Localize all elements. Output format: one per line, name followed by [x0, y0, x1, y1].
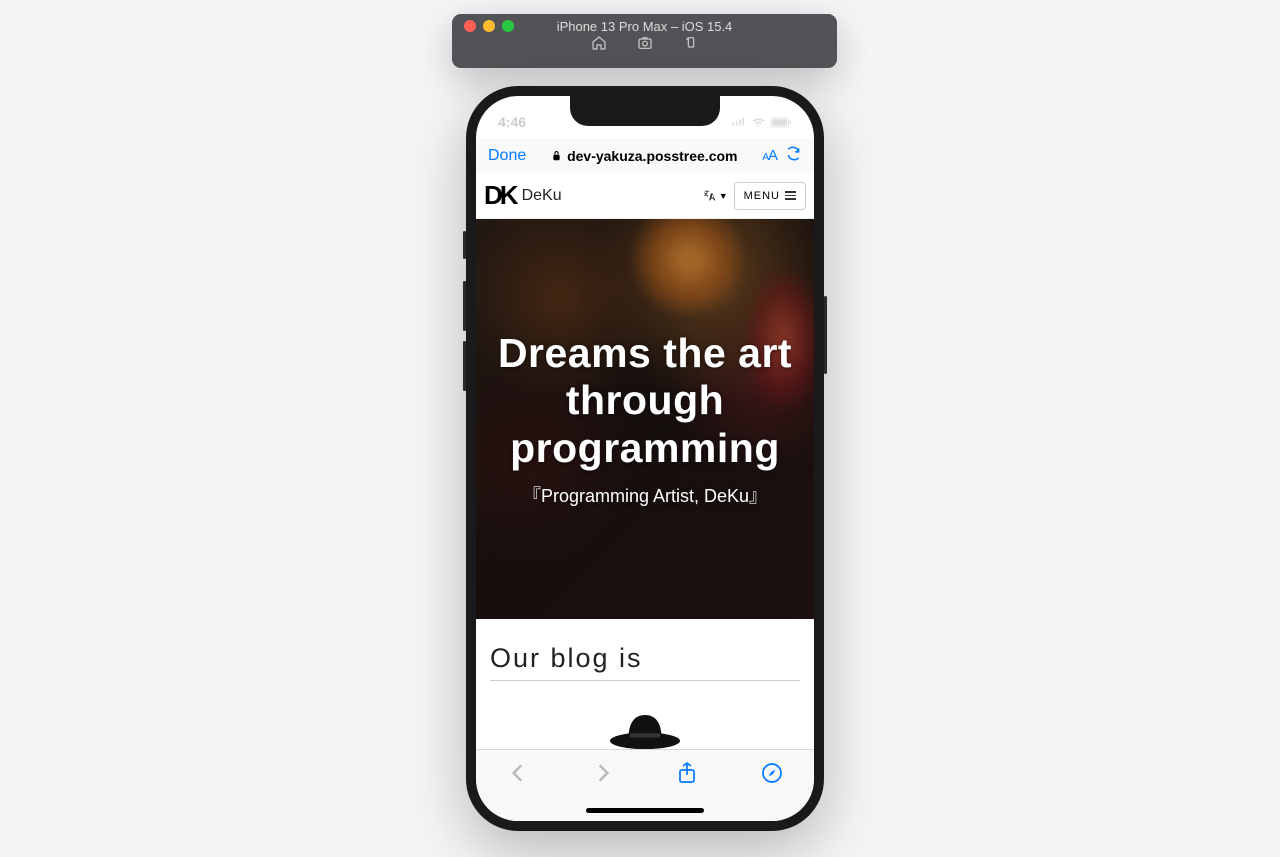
web-content[interactable]: DK DeKu ▼ MENU Dreams the art through pr: [476, 173, 814, 773]
reload-button[interactable]: [785, 145, 802, 167]
home-icon[interactable]: [590, 34, 608, 52]
forward-button[interactable]: [592, 762, 614, 789]
text-size-button[interactable]: AA: [762, 147, 777, 164]
lock-icon: [551, 150, 562, 161]
site-logo[interactable]: DK DeKu: [484, 180, 562, 211]
zoom-window-button[interactable]: [502, 20, 514, 32]
done-button[interactable]: Done: [488, 147, 526, 165]
menu-button[interactable]: MENU: [734, 182, 806, 210]
power-button: [824, 296, 827, 374]
status-indicators: [731, 117, 792, 128]
phone-frame: 4:46 Done dev-yakuza.posstree.com AA: [466, 86, 824, 831]
rotate-icon[interactable]: [682, 34, 700, 52]
safari-bottom-toolbar: [476, 749, 814, 821]
site-header: DK DeKu ▼ MENU: [476, 173, 814, 219]
volume-down-button: [463, 341, 466, 391]
safari-address-bar: Done dev-yakuza.posstree.com AA: [476, 138, 814, 173]
status-time: 4:46: [498, 114, 526, 130]
phone-screen: 4:46 Done dev-yakuza.posstree.com AA: [476, 96, 814, 821]
window-controls: [464, 20, 514, 32]
share-button[interactable]: [676, 762, 698, 789]
hero-subtitle: 『Programming Artist, DeKu』: [523, 482, 767, 508]
hamburger-icon: [785, 191, 796, 200]
volume-up-button: [463, 281, 466, 331]
safari-compass-button[interactable]: [761, 762, 783, 789]
url-text: dev-yakuza.posstree.com: [567, 148, 737, 164]
minimize-window-button[interactable]: [483, 20, 495, 32]
logo-text: DeKu: [522, 187, 562, 205]
hero-section: Dreams the art through programming 『Prog…: [476, 219, 814, 619]
hero-title: Dreams the art through programming: [486, 330, 804, 471]
language-button[interactable]: ▼: [703, 189, 728, 203]
simulator-toolbar: iPhone 13 Pro Max – iOS 15.4: [452, 14, 837, 68]
avatar-illustration: [490, 705, 800, 755]
screenshot-icon[interactable]: [636, 34, 654, 52]
home-indicator[interactable]: [586, 808, 704, 813]
logo-mark: DK: [484, 180, 516, 211]
notch: [570, 96, 720, 126]
blog-section: Our blog is: [476, 619, 814, 755]
back-button[interactable]: [507, 762, 529, 789]
silent-switch: [463, 231, 466, 259]
blog-heading: Our blog is: [490, 643, 800, 681]
close-window-button[interactable]: [464, 20, 476, 32]
menu-label: MENU: [744, 190, 780, 202]
url-display[interactable]: dev-yakuza.posstree.com: [534, 148, 754, 164]
translate-icon: [703, 189, 717, 203]
